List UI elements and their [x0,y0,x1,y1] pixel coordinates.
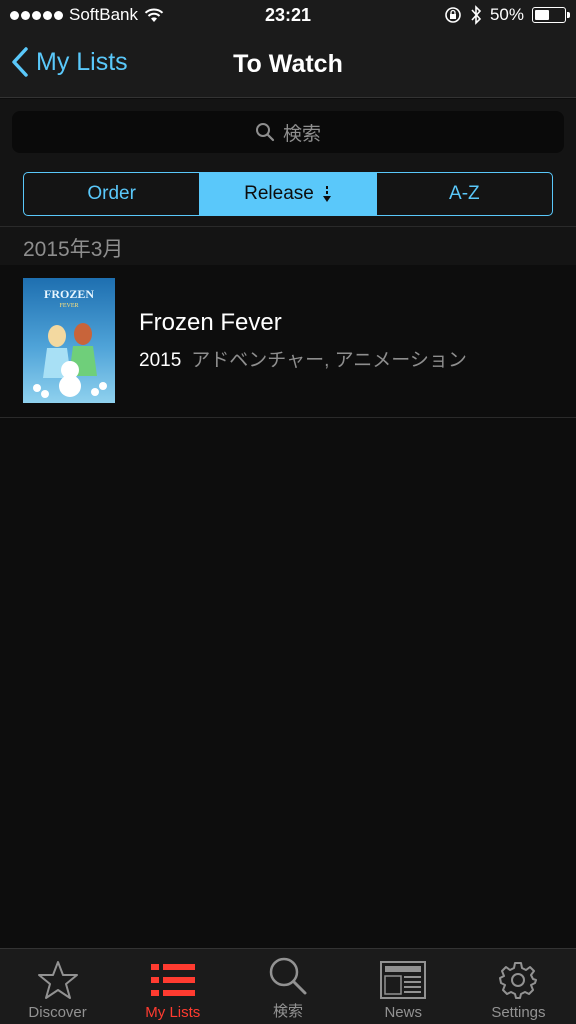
rotation-lock-icon [445,7,461,23]
tab-my-lists[interactable]: My Lists [115,949,230,1024]
search-placeholder: 検索 [282,123,321,145]
movie-year: 2015 [139,350,182,371]
tab-settings[interactable]: Settings [461,949,576,1024]
tab-search[interactable]: 検索 [230,949,345,1024]
search-input[interactable]: 検索 [12,111,564,153]
tab-label: 検索 [273,1003,304,1020]
movie-title: Frozen Fever [139,309,282,336]
sort-descending-icon [322,186,331,202]
sort-order-segment[interactable]: Order [24,173,199,215]
bluetooth-icon [471,5,482,25]
sort-segmented-control: Order Release A-Z [23,172,553,216]
gear-icon [499,962,538,999]
movie-meta: 2015 アドベンチャー, アニメーション [139,345,467,372]
navigation-bar: My Lists To Watch [0,34,576,98]
status-bar: SoftBank 23:21 50% [0,0,576,34]
sort-az-segment[interactable]: A-Z [375,173,552,215]
sort-release-segment[interactable]: Release [199,173,376,215]
section-header: 2015年3月 [0,227,576,265]
tab-label: Settings [491,1004,546,1021]
page-title: To Watch [233,50,343,78]
list-item[interactable]: FROZEN FEVER Frozen Fever 2015 アドベンチャー, ア… [0,265,576,418]
battery-percent: 50% [489,5,524,24]
tab-bar: Discover My Lists 検索 News Settings [0,948,576,1024]
tab-news[interactable]: News [346,949,461,1024]
tab-label: News [384,1004,422,1021]
movie-poster: FROZEN FEVER [23,278,115,403]
segment-label: Order [87,183,136,204]
status-right: 50% [444,5,570,25]
segment-label: A-Z [449,183,480,204]
section-header-label: 2015年3月 [23,238,124,261]
list-icon [150,964,195,996]
search-icon [269,957,307,995]
tab-label: My Lists [145,1004,201,1021]
movie-genres: アドベンチャー, アニメーション [191,350,467,371]
tab-discover[interactable]: Discover [0,949,115,1024]
battery-icon [532,7,570,23]
newspaper-icon [380,961,427,999]
svg-text:FROZEN: FROZEN [44,287,94,301]
star-icon [37,961,78,999]
svg-text:FEVER: FEVER [59,303,78,309]
list-header: 検索 Order Release A-Z [0,99,576,227]
segment-label: Release [244,183,314,204]
tab-label: Discover [28,1004,87,1021]
search-icon [255,123,275,142]
